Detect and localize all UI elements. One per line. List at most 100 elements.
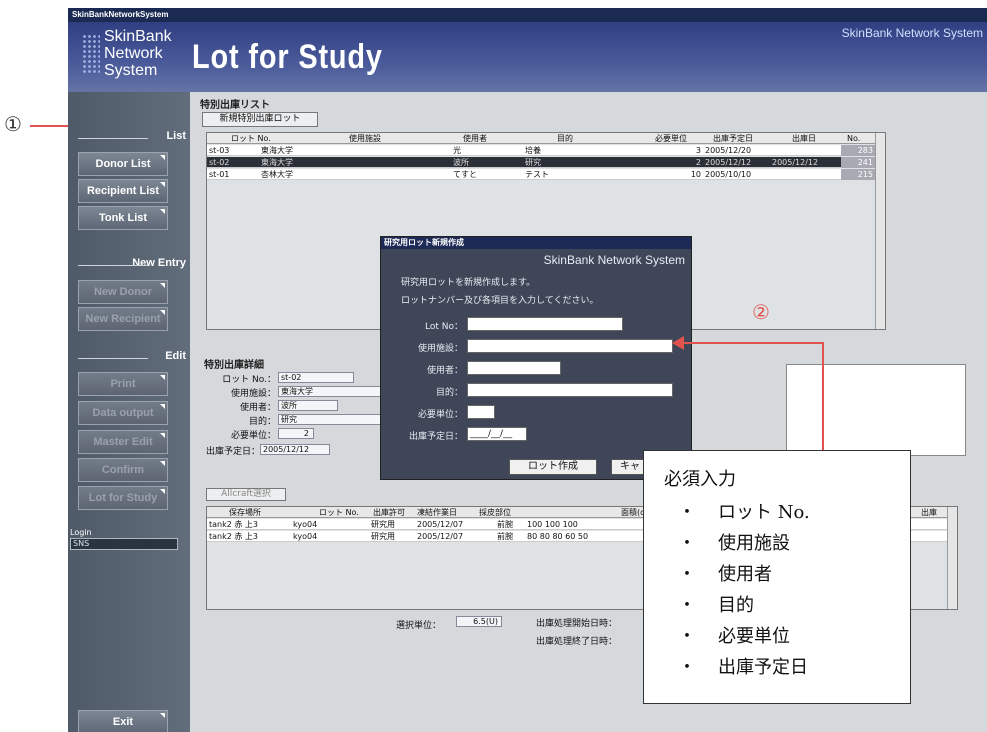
table-header: ロット No. 使用施設 使用者 目的 必要単位 出庫予定日 出庫日 No. <box>207 133 875 144</box>
required-fields-title: 必須入力 <box>664 469 736 490</box>
detail-value-user: 波所 <box>278 400 338 411</box>
confirm-button[interactable]: Confirm <box>78 458 168 482</box>
col-freeze-date: 凍結作業日 <box>417 508 457 517</box>
header: SkinBank Network System Lot for Study Sk… <box>68 22 987 92</box>
unit-label: 選択単位： <box>396 621 442 631</box>
cell-lot-no: st-01 <box>209 170 230 179</box>
cell-no: 283 <box>841 145 875 156</box>
create-lot-button[interactable]: ロット作成 <box>509 459 597 475</box>
detail-value-lot-no: st-02 <box>278 372 354 383</box>
unit-value: 6.5(U) <box>456 616 502 627</box>
cell-no: 215 <box>841 169 875 180</box>
donor-list-button[interactable]: Donor List <box>78 152 168 176</box>
cell-lot-no: kyo04 <box>293 520 318 529</box>
new-donor-button[interactable]: New Donor <box>78 280 168 304</box>
detail-label-units: 必要単位： <box>230 431 276 441</box>
required-fields-note: 必須入力 ロット No. 使用施設 使用者 目的 必要単位 出庫予定日 <box>643 450 911 704</box>
detail-label-purpose: 目的： <box>248 417 276 427</box>
exit-button[interactable]: Exit <box>78 710 168 732</box>
detail-value-units: 2 <box>278 428 314 439</box>
cell-permission: 研究用 <box>371 532 395 541</box>
list-panel-title: 特別出庫リスト <box>200 100 270 111</box>
cell-facility: 東海大学 <box>261 158 293 167</box>
field-label-user: 使用者： <box>426 366 463 376</box>
field-label-planned-date: 出庫予定日： <box>408 432 463 442</box>
lot-no-input[interactable] <box>467 317 623 331</box>
logo-line-1: SkinBank <box>104 28 172 45</box>
required-item: 使用施設 <box>664 528 910 559</box>
section-new-entry: New Entry <box>78 257 186 273</box>
cell-user: 光 <box>453 146 461 155</box>
list-scrollbar[interactable] <box>875 133 885 329</box>
cell-freeze-date: 2005/12/07 <box>417 520 464 529</box>
table-row[interactable]: st-01 杏林大学 てすと テスト 10 2005/10/10 215 <box>207 169 875 180</box>
new-recipient-button[interactable]: New Recipient <box>78 307 168 331</box>
allcraft-select-button[interactable]: Allcraft選択 <box>206 488 286 501</box>
note-textarea[interactable] <box>786 364 966 456</box>
tonk-list-button[interactable]: Tonk List <box>78 206 168 230</box>
print-button[interactable]: Print <box>78 372 168 396</box>
section-edit: Edit <box>78 350 186 366</box>
facility-input[interactable] <box>467 339 673 353</box>
field-label-lot-no: Lot No： <box>425 322 463 332</box>
cell-storage: tank2 赤 上3 <box>209 532 259 541</box>
col-issue: 出庫 <box>921 508 937 517</box>
logo: SkinBank Network System <box>104 28 172 79</box>
brand-title: SkinBank Network System <box>841 26 983 40</box>
required-item: ロット No. <box>664 497 910 528</box>
table-row-selected[interactable]: st-02 東海大学 波所 研究 2 2005/12/12 2005/12/12… <box>207 157 875 168</box>
cell-permission: 研究用 <box>371 520 395 529</box>
cell-user: 波所 <box>453 158 469 167</box>
planned-date-input[interactable]: ____/__/__ <box>467 427 527 441</box>
login-label: Login <box>70 528 92 537</box>
annotation-marker-2: ② <box>752 300 770 324</box>
col-purpose: 目的 <box>557 134 573 143</box>
col-storage: 保存場所 <box>229 508 261 517</box>
col-lot-no: ロット No. <box>319 508 359 517</box>
cell-lot-no: kyo04 <box>293 532 318 541</box>
cell-units: 3 <box>695 146 701 155</box>
detail-label-facility: 使用施設： <box>230 389 276 399</box>
units-input[interactable] <box>467 405 495 419</box>
logo-dots-icon <box>82 34 100 74</box>
login-field: SNS <box>70 538 178 550</box>
cell-planned-date: 2005/12/12 <box>705 158 752 167</box>
detail-label-user: 使用者： <box>239 403 276 413</box>
cell-site: 前腕 <box>497 532 513 541</box>
dialog-message-1: 研究用ロットを新規作成します。 <box>401 278 536 288</box>
end-datetime-label: 出庫処理終了日時： <box>536 637 618 647</box>
new-lot-dialog: 研究用ロット新規作成 SkinBank Network System 研究用ロッ… <box>380 236 692 480</box>
user-input[interactable] <box>467 361 561 375</box>
cell-planned-date: 2005/10/10 <box>705 170 752 179</box>
dialog-brand: SkinBank Network System <box>543 253 685 267</box>
col-facility: 使用施設 <box>349 134 381 143</box>
start-datetime-label: 出庫処理開始日時： <box>536 619 618 629</box>
cell-purpose: 研究 <box>525 158 541 167</box>
table-row[interactable]: st-03 東海大学 光 培養 3 2005/12/20 283 <box>207 145 875 156</box>
master-edit-button[interactable]: Master Edit <box>78 430 168 454</box>
data-output-button[interactable]: Data output <box>78 401 168 425</box>
cell-user: てすと <box>453 170 477 179</box>
lot-for-study-button[interactable]: Lot for Study <box>78 486 168 510</box>
cell-lot-no: st-03 <box>209 146 230 155</box>
required-item: 出庫予定日 <box>664 652 910 683</box>
cell-facility: 東海大学 <box>261 146 293 155</box>
cell-storage: tank2 赤 上3 <box>209 520 259 529</box>
required-item: 使用者 <box>664 559 910 590</box>
col-units: 必要単位 <box>655 134 687 143</box>
cell-issue-date: 2005/12/12 <box>772 158 819 167</box>
cell-facility: 杏林大学 <box>261 170 293 179</box>
annotation-arrowhead-icon <box>672 336 684 350</box>
col-permission: 出庫許可 <box>373 508 405 517</box>
dialog-message-2: ロットナンバー及び各項目を入力してください。 <box>401 296 599 306</box>
col-site: 採皮部位 <box>479 508 511 517</box>
recipient-list-button[interactable]: Recipient List <box>78 179 168 203</box>
detail-label-planned-date: 出庫予定日： <box>205 447 260 457</box>
section-list: List <box>78 130 186 146</box>
new-lot-button[interactable]: 新規特別出庫ロット <box>202 112 318 127</box>
purpose-input[interactable] <box>467 383 673 397</box>
annotation-marker-1: ① <box>4 112 22 136</box>
allcraft-scrollbar[interactable] <box>947 507 957 609</box>
dialog-title: 研究用ロット新規作成 <box>381 237 691 249</box>
window-title: SkinBankNetworkSystem <box>68 8 987 22</box>
